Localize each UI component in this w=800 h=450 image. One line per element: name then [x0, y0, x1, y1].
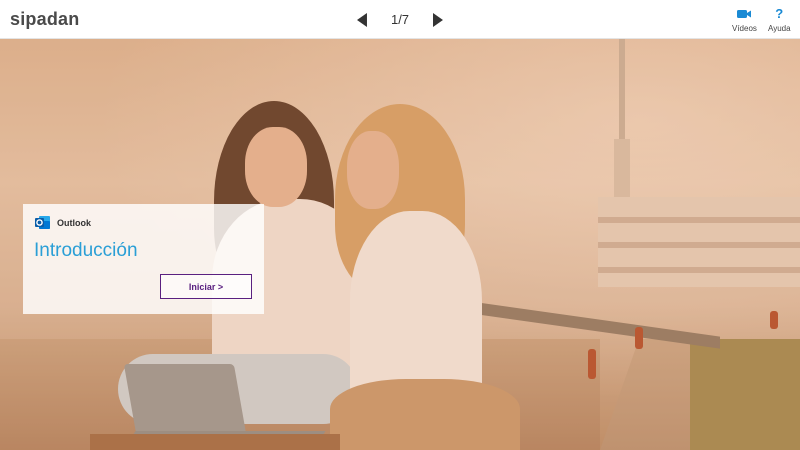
- previous-slide-button[interactable]: [355, 12, 369, 28]
- help-button[interactable]: ? Ayuda: [768, 6, 791, 33]
- start-button[interactable]: Iniciar >: [160, 274, 252, 299]
- video-camera-icon: [737, 10, 752, 18]
- question-mark-icon: ?: [775, 6, 784, 21]
- videos-label: Vídeos: [732, 24, 757, 33]
- next-slide-button[interactable]: [431, 12, 445, 28]
- videos-button[interactable]: Vídeos: [732, 6, 757, 33]
- outlook-icon: [35, 216, 50, 229]
- app-header: Outlook: [34, 214, 91, 231]
- help-label: Ayuda: [768, 24, 791, 33]
- intro-card: Outlook Introducción Iniciar >: [23, 204, 264, 314]
- slide-counter: 1/7: [390, 12, 410, 27]
- triangle-right-icon: [433, 12, 444, 27]
- top-bar: sipadan 1/7 Vídeos ? Ayuda: [0, 0, 800, 39]
- lesson-title: Introducción: [34, 240, 138, 261]
- app-name: Outlook: [57, 217, 91, 228]
- triangle-left-icon: [356, 12, 367, 27]
- sipadan-logo: sipadan: [10, 9, 80, 29]
- slide-pager: 1/7: [355, 0, 445, 39]
